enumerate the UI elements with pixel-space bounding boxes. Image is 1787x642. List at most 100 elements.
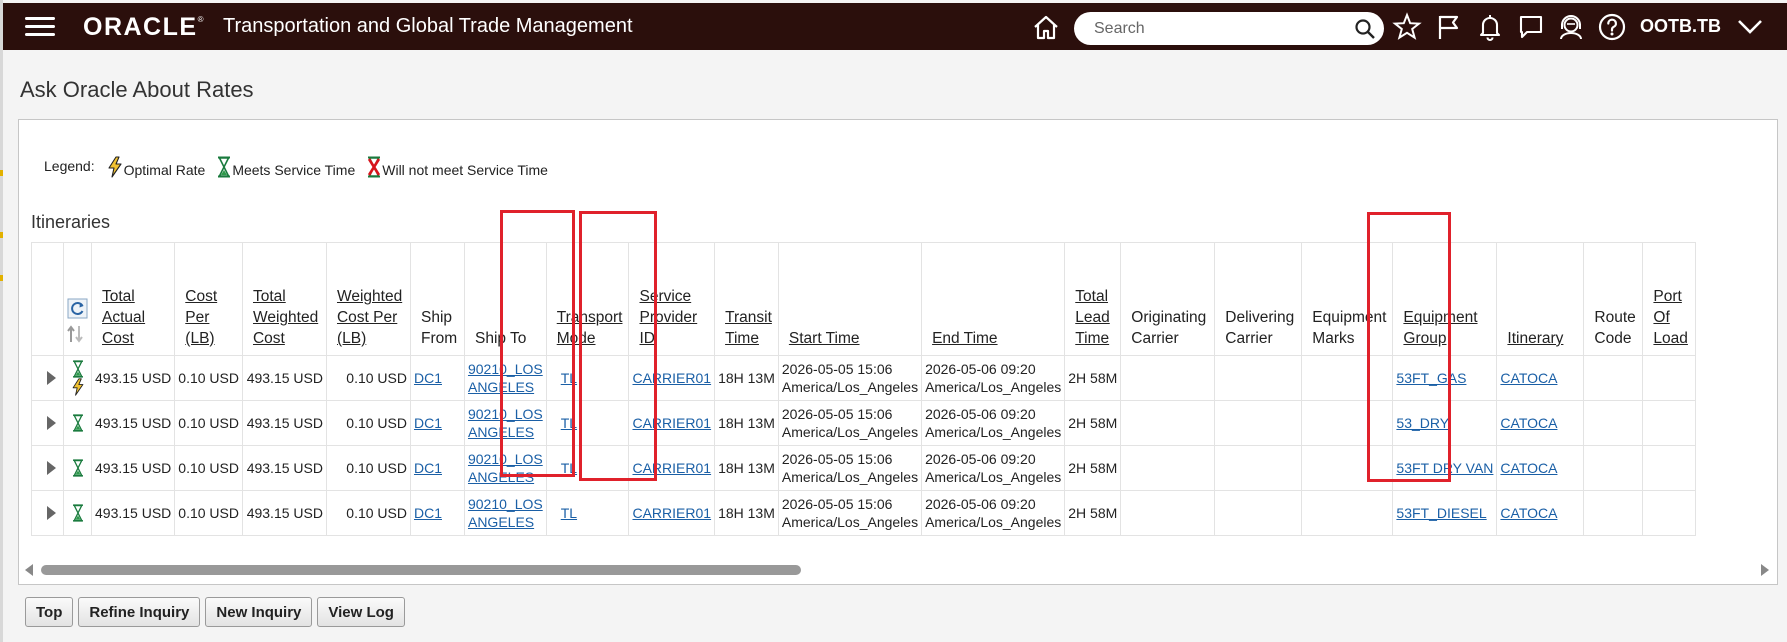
- hourglass-green-icon: [72, 459, 83, 477]
- notifications-bell-icon[interactable]: [1475, 12, 1505, 42]
- legend-item-optimal: Optimal Rate: [107, 156, 205, 178]
- cell-ship-from: DC1: [409, 400, 465, 446]
- favorites-star-icon[interactable]: [1392, 12, 1422, 42]
- cell-end-time: 2026-05-06 09:20 America/Los_Angeles: [921, 445, 1066, 491]
- col-equipment-group[interactable]: Equipment Group: [1392, 242, 1498, 356]
- cell-originating-carrier: [1120, 355, 1216, 401]
- search-icon[interactable]: [1354, 18, 1376, 40]
- cell-start-time: 2026-05-05 15:06 America/Los_Angeles: [777, 400, 923, 446]
- col-port-of-load[interactable]: Port Of Load: [1642, 242, 1697, 356]
- page-title: Ask Oracle About Rates: [20, 77, 254, 102]
- col-transit-time[interactable]: Transit Time: [714, 242, 779, 356]
- col-weighted-cost-per-lb[interactable]: Weighted Cost Per (LB): [325, 242, 411, 356]
- col-end-time[interactable]: End Time: [921, 242, 1066, 356]
- cell-end-time: 2026-05-06 09:20 America/Los_Angeles: [921, 355, 1066, 401]
- equipment-group-link[interactable]: 53FT_GAS: [1396, 370, 1466, 386]
- itinerary-link[interactable]: CATOCA: [1500, 415, 1557, 431]
- cell-total-lead-time: 2H 58M: [1064, 400, 1122, 446]
- ship-from-link[interactable]: DC1: [414, 460, 442, 476]
- equipment-group-link[interactable]: 53FT DRY VAN: [1396, 460, 1493, 476]
- cell-itinerary: CATOCA: [1496, 490, 1585, 536]
- expand-row-icon[interactable]: [47, 416, 56, 430]
- legend-item-meets: Meets Service Time: [217, 156, 355, 178]
- messages-icon[interactable]: [1516, 12, 1546, 42]
- transport-mode-link[interactable]: TL: [561, 460, 577, 476]
- view-log-button[interactable]: View Log: [317, 597, 405, 627]
- table-row[interactable]: 493.15 USD 0.10 USD 493.15 USD 0.10 USD DC1 9…: [31, 490, 1697, 536]
- cell-service-provider: CARRIER01: [628, 445, 716, 491]
- ship-from-link[interactable]: DC1: [414, 505, 442, 521]
- cell-total-actual-cost: 493.15 USD: [90, 445, 176, 491]
- top-button[interactable]: Top: [25, 597, 74, 627]
- col-cost-per-lb[interactable]: Cost Per (LB): [174, 242, 243, 356]
- equipment-group-link[interactable]: 53FT_DIESEL: [1396, 505, 1486, 521]
- ship-to-link[interactable]: 90210_LOS ANGELES: [468, 451, 543, 485]
- ship-to-link[interactable]: 90210_LOS ANGELES: [468, 406, 543, 440]
- new-inquiry-button[interactable]: New Inquiry: [205, 597, 313, 627]
- transport-mode-link[interactable]: TL: [561, 505, 577, 521]
- help-icon[interactable]: [1597, 12, 1627, 42]
- search-input[interactable]: [1092, 18, 1346, 40]
- table-row[interactable]: 493.15 USD 0.10 USD 493.15 USD 0.10 USD DC1 9…: [31, 400, 1697, 446]
- refine-inquiry-button[interactable]: Refine Inquiry: [78, 597, 201, 627]
- expand-row-icon[interactable]: [47, 461, 56, 475]
- cell-ship-to: 90210_LOS ANGELES: [463, 490, 547, 536]
- cell-total-weighted-cost: 493.15 USD: [241, 355, 327, 401]
- col-start-time[interactable]: Start Time: [777, 242, 923, 356]
- cell-total-lead-time: 2H 58M: [1064, 355, 1122, 401]
- itinerary-link[interactable]: CATOCA: [1500, 370, 1557, 386]
- transport-mode-link[interactable]: TL: [561, 415, 577, 431]
- col-route-code: Route Code: [1583, 242, 1644, 356]
- cell-weighted-cost-per-lb: 0.10 USD: [325, 445, 411, 491]
- cell-expand: [31, 355, 64, 401]
- scroll-thumb[interactable]: [41, 565, 801, 575]
- col-total-weighted-cost[interactable]: Total Weighted Cost: [241, 242, 327, 356]
- expand-row-icon[interactable]: [47, 506, 56, 520]
- service-provider-link[interactable]: CARRIER01: [632, 505, 711, 521]
- support-agent-icon[interactable]: [1556, 12, 1586, 42]
- table-row[interactable]: 493.15 USD 0.10 USD 493.15 USD 0.10 USD DC1 9…: [31, 355, 1697, 401]
- cell-end-time: 2026-05-06 09:20 America/Los_Angeles: [921, 400, 1066, 446]
- refresh-icon[interactable]: [67, 298, 88, 319]
- itinerary-link[interactable]: CATOCA: [1500, 460, 1557, 476]
- ship-from-link[interactable]: DC1: [414, 415, 442, 431]
- cell-ship-from: DC1: [409, 445, 465, 491]
- cell-port-of-load: [1642, 355, 1697, 401]
- cell-status: [63, 445, 92, 491]
- itineraries-table-wrap: Total Actual Cost Cost Per (LB) Total We…: [31, 242, 1777, 546]
- chevron-down-icon[interactable]: [1736, 17, 1764, 37]
- ship-to-link[interactable]: 90210_LOS ANGELES: [468, 496, 543, 530]
- cell-total-weighted-cost: 493.15 USD: [241, 490, 327, 536]
- col-itinerary[interactable]: Itinerary: [1496, 242, 1585, 356]
- scroll-right-icon[interactable]: [1761, 564, 1769, 576]
- expand-row-icon[interactable]: [47, 371, 56, 385]
- cell-cost-per-lb: 0.10 USD: [174, 490, 243, 536]
- col-total-actual-cost[interactable]: Total Actual Cost: [90, 242, 176, 356]
- col-transport-mode[interactable]: Transport Mode: [545, 242, 630, 356]
- service-provider-link[interactable]: CARRIER01: [632, 370, 711, 386]
- cell-status: [63, 490, 92, 536]
- equipment-group-link[interactable]: 53_DRY: [1396, 415, 1449, 431]
- scroll-left-icon[interactable]: [25, 564, 33, 576]
- col-ship-from: Ship From: [409, 242, 465, 356]
- service-provider-link[interactable]: CARRIER01: [632, 415, 711, 431]
- home-icon[interactable]: [1031, 12, 1061, 42]
- cell-cost-per-lb: 0.10 USD: [174, 355, 243, 401]
- hourglass-green-icon: [72, 360, 83, 378]
- cell-total-weighted-cost: 493.15 USD: [241, 400, 327, 446]
- itinerary-link[interactable]: CATOCA: [1500, 505, 1557, 521]
- cell-port-of-load: [1642, 490, 1697, 536]
- col-service-provider-id[interactable]: Service Provider ID: [628, 242, 716, 356]
- sort-icon[interactable]: [67, 325, 83, 343]
- ship-to-link[interactable]: 90210_LOS ANGELES: [468, 361, 543, 395]
- horizontal-scrollbar[interactable]: [19, 560, 1777, 580]
- search-box: [1074, 12, 1384, 45]
- flag-icon[interactable]: [1433, 12, 1463, 42]
- user-menu[interactable]: OOTB.TB: [1640, 16, 1721, 37]
- transport-mode-link[interactable]: TL: [561, 370, 577, 386]
- menu-icon[interactable]: [25, 17, 55, 37]
- service-provider-link[interactable]: CARRIER01: [632, 460, 711, 476]
- table-row[interactable]: 493.15 USD 0.10 USD 493.15 USD 0.10 USD DC1 9…: [31, 445, 1697, 491]
- col-total-lead-time[interactable]: Total Lead Time: [1064, 242, 1122, 356]
- ship-from-link[interactable]: DC1: [414, 370, 442, 386]
